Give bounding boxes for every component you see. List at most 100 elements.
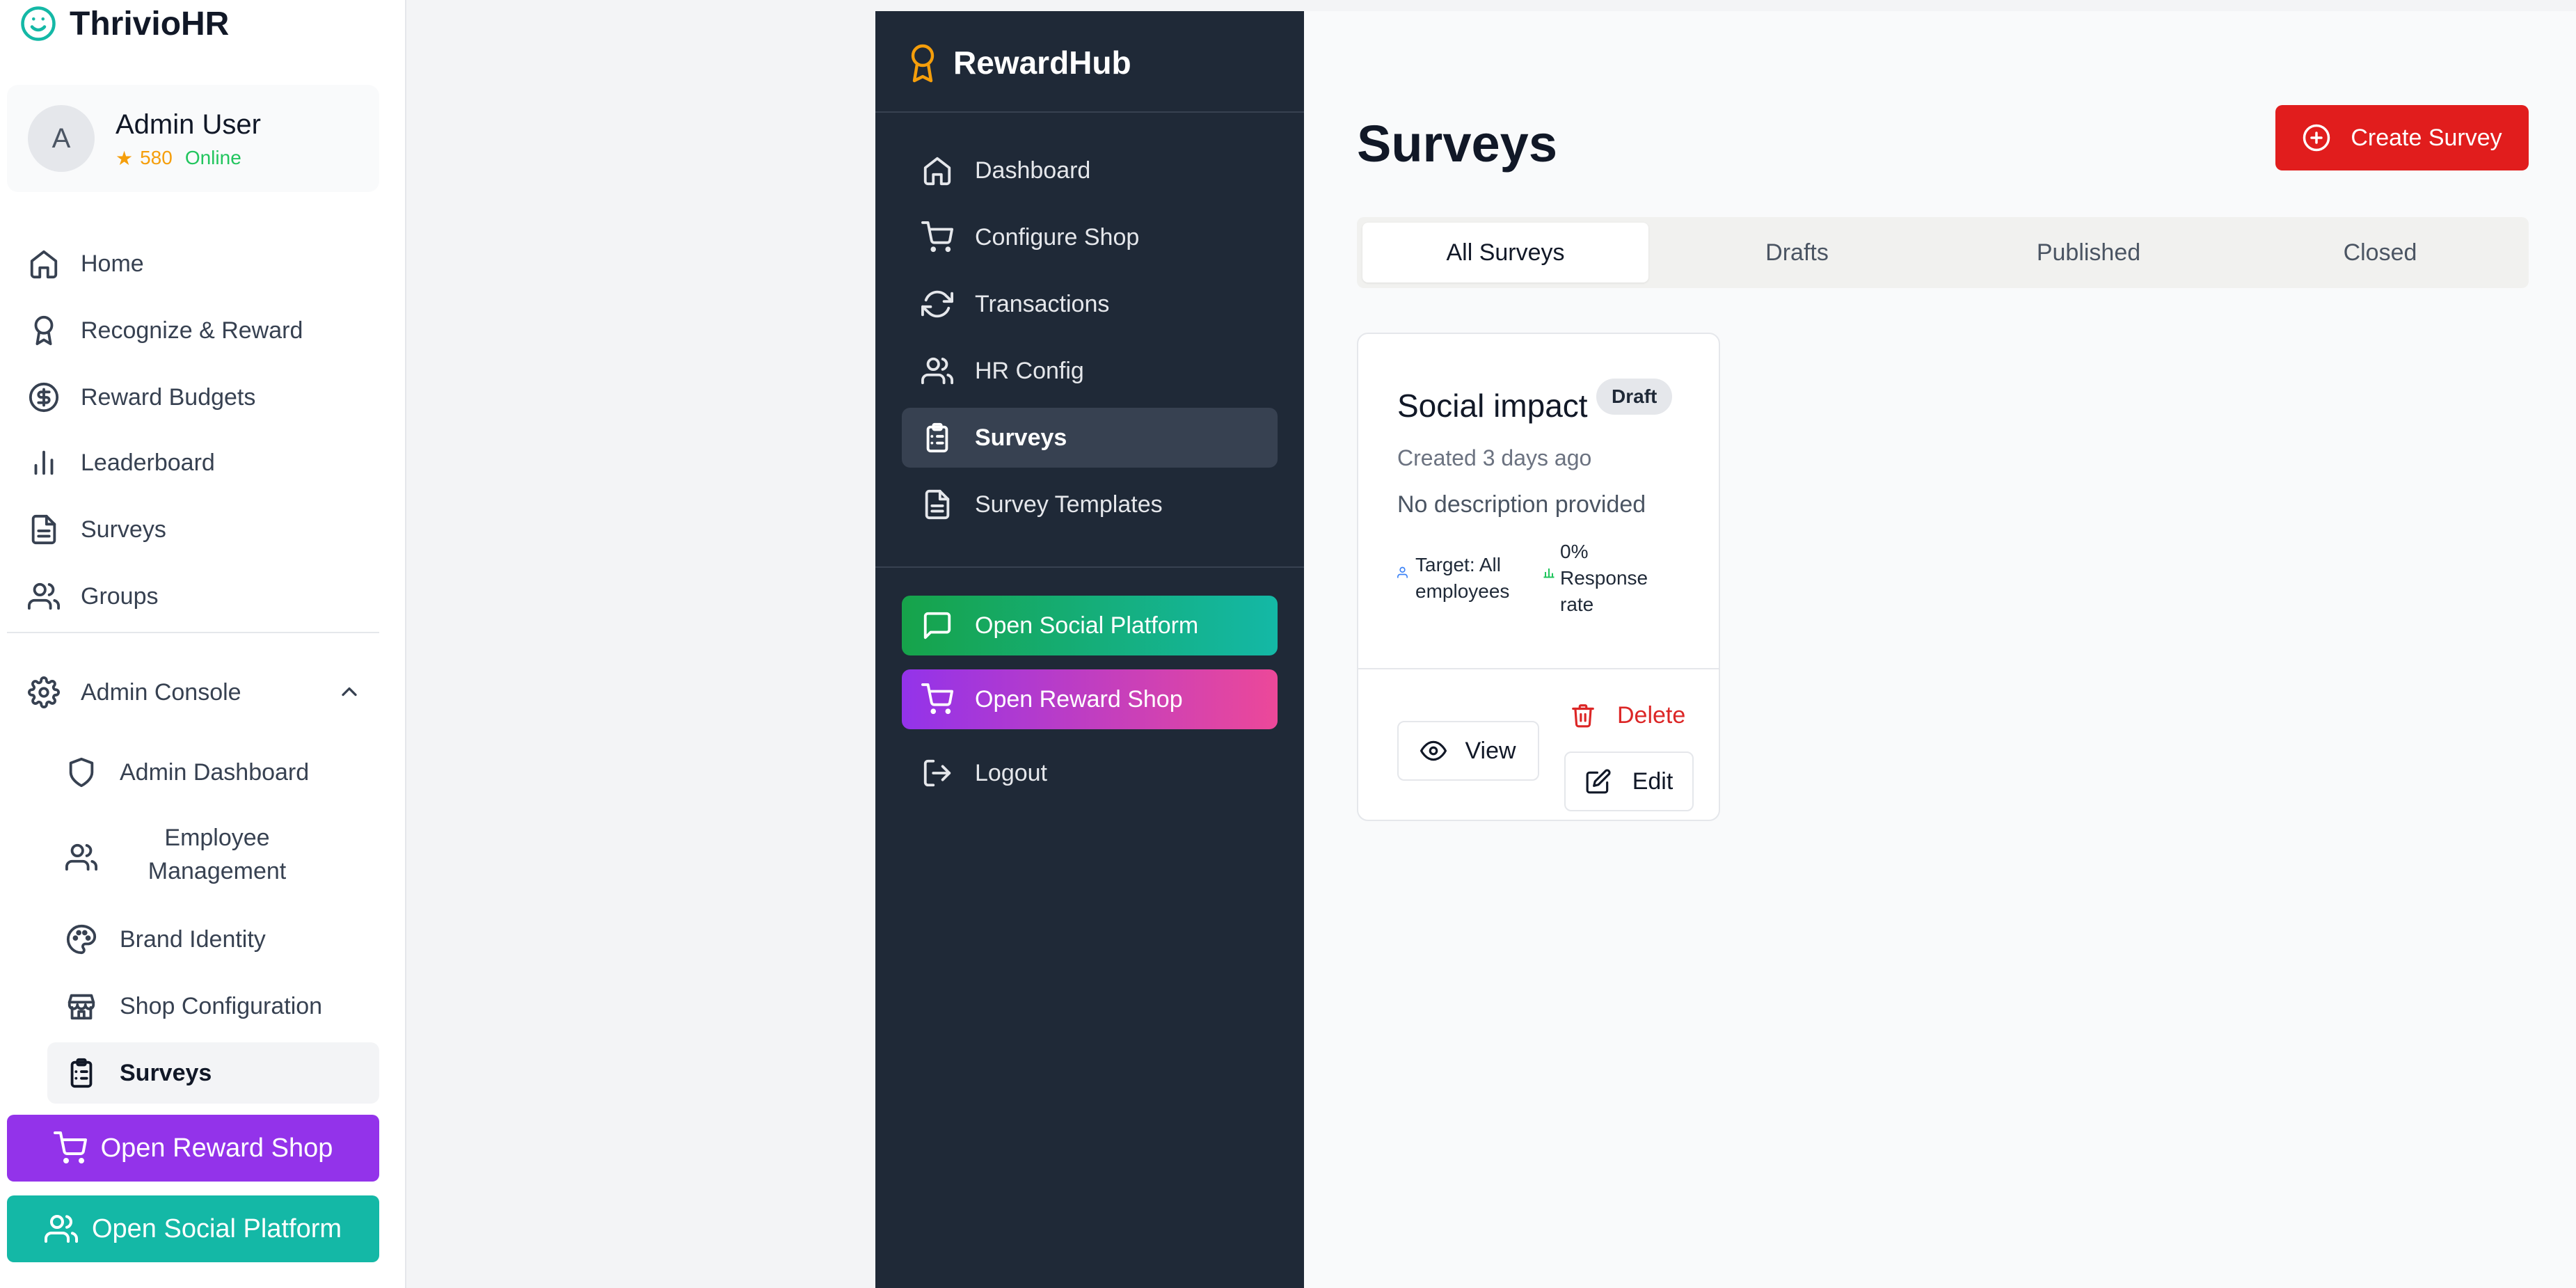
cart-icon xyxy=(921,683,953,715)
award-icon xyxy=(28,315,60,347)
points-value: 580 xyxy=(140,147,173,168)
status-badge: Draft xyxy=(1596,379,1673,415)
sidebar-item-label: Groups xyxy=(81,582,159,610)
brand-name: ThrivioHR xyxy=(70,5,230,42)
avatar: A xyxy=(28,105,95,172)
rh-nav-surveys[interactable]: Surveys xyxy=(902,408,1278,468)
smile-icon xyxy=(19,5,57,42)
sidebar-item-label: Leaderboard xyxy=(81,449,215,476)
view-label: View xyxy=(1465,737,1516,764)
users-icon xyxy=(921,355,953,387)
chevron-up-icon[interactable] xyxy=(337,679,362,704)
survey-tabs: All Surveys Drafts Published Closed xyxy=(1357,217,2529,288)
rh-nav-label: Configure Shop xyxy=(975,223,1140,251)
rewardhub-brand[interactable]: RewardHub xyxy=(906,42,1131,84)
admin-item-label: Admin Dashboard xyxy=(120,758,310,786)
create-survey-button[interactable]: Create Survey xyxy=(2275,105,2529,170)
rh-open-reward-shop-label: Open Reward Shop xyxy=(975,685,1183,713)
rh-nav-survey-templates[interactable]: Survey Templates xyxy=(902,475,1278,534)
sidebar-divider xyxy=(875,566,1304,568)
rh-nav-transactions[interactable]: Transactions xyxy=(902,274,1278,334)
tab-closed[interactable]: Closed xyxy=(2237,223,2523,283)
home-icon xyxy=(28,248,60,280)
app-brand[interactable]: ThrivioHR xyxy=(19,3,229,45)
clipboard-icon xyxy=(65,1057,97,1089)
sidebar-item-groups[interactable]: Groups xyxy=(7,565,379,628)
admin-console-toggle[interactable]: Admin Console xyxy=(7,661,379,724)
user-card[interactable]: A Admin User ★ 580 Online xyxy=(7,85,379,192)
tab-published[interactable]: Published xyxy=(1946,223,2232,283)
cart-icon xyxy=(921,221,953,253)
users-icon xyxy=(44,1212,78,1246)
rh-nav-dashboard[interactable]: Dashboard xyxy=(902,141,1278,200)
logout-icon xyxy=(921,757,953,789)
tab-all-surveys[interactable]: All Surveys xyxy=(1362,223,1648,283)
survey-target-text: Target: All employees xyxy=(1415,554,1510,602)
rh-nav-hr-config[interactable]: HR Config xyxy=(902,341,1278,401)
open-reward-shop-button[interactable]: Open Reward Shop xyxy=(7,1115,379,1182)
sidebar-item-recognize-reward[interactable]: Recognize & Reward xyxy=(7,299,379,362)
store-icon xyxy=(65,990,97,1022)
create-survey-label: Create Survey xyxy=(2351,124,2502,151)
admin-item-label: Brand Identity xyxy=(120,925,266,953)
admin-item-label: Shop Configuration xyxy=(120,992,323,1019)
rewardhub-sidebar: RewardHub Dashboard Configure Shop Trans… xyxy=(875,11,1304,1288)
trash-icon xyxy=(1570,702,1596,729)
rh-nav-configure-shop[interactable]: Configure Shop xyxy=(902,207,1278,267)
message-square-icon xyxy=(921,610,953,642)
home-icon xyxy=(921,154,953,186)
delete-button[interactable]: Delete xyxy=(1570,696,1685,735)
page-title: Surveys xyxy=(1357,115,1557,173)
survey-title: Social impact xyxy=(1397,388,1588,424)
tab-drafts[interactable]: Drafts xyxy=(1654,223,1940,283)
sidebar-item-surveys[interactable]: Surveys xyxy=(7,498,379,561)
rh-open-social-platform-button[interactable]: Open Social Platform xyxy=(902,596,1278,655)
rh-nav-label: Survey Templates xyxy=(975,491,1163,518)
rh-nav-label: Surveys xyxy=(975,424,1067,451)
sidebar-item-reward-budgets[interactable]: Reward Budgets xyxy=(7,366,379,429)
cart-icon xyxy=(53,1131,87,1165)
bar-chart-icon xyxy=(1542,565,1556,618)
admin-item-admin-dashboard[interactable]: Admin Dashboard xyxy=(47,742,379,803)
points-badge: ★ 580 xyxy=(116,147,173,170)
palette-icon xyxy=(65,923,97,955)
sidebar-item-label: Home xyxy=(81,250,144,277)
view-button[interactable]: View xyxy=(1397,721,1539,781)
rh-open-reward-shop-button[interactable]: Open Reward Shop xyxy=(902,669,1278,729)
users-icon xyxy=(65,841,97,873)
survey-target: Target: All employees xyxy=(1397,552,1527,605)
survey-response-rate: 0% Response rate xyxy=(1542,539,1657,618)
plus-circle-icon xyxy=(2302,123,2331,152)
bar-chart-icon xyxy=(28,447,60,479)
open-social-platform-button[interactable]: Open Social Platform xyxy=(7,1195,379,1262)
sidebar-item-leaderboard[interactable]: Leaderboard xyxy=(7,431,379,494)
admin-item-label: Employee Management xyxy=(148,825,287,884)
edit-label: Edit xyxy=(1632,768,1673,795)
sidebar-item-home[interactable]: Home xyxy=(7,232,379,295)
file-text-icon xyxy=(921,488,953,520)
users-icon xyxy=(28,580,60,612)
admin-item-employee-management[interactable]: Employee Management xyxy=(47,824,379,891)
sidebar-divider xyxy=(875,111,1304,113)
edit-button[interactable]: Edit xyxy=(1564,752,1694,811)
eye-icon xyxy=(1420,738,1447,764)
admin-console-label: Admin Console xyxy=(81,678,241,706)
admin-item-surveys[interactable]: Surveys xyxy=(47,1042,379,1104)
open-reward-shop-label: Open Reward Shop xyxy=(100,1133,333,1163)
admin-item-shop-configuration[interactable]: Shop Configuration xyxy=(47,976,379,1037)
dollar-circle-icon xyxy=(28,381,60,413)
survey-created-date: Created 3 days ago xyxy=(1397,445,1592,470)
open-social-platform-label: Open Social Platform xyxy=(91,1214,342,1243)
main-content: Surveys Create Survey All Surveys Drafts… xyxy=(1304,11,2576,1288)
rh-logout-button[interactable]: Logout xyxy=(902,743,1278,803)
admin-item-label: Surveys xyxy=(120,1059,212,1086)
award-icon xyxy=(906,42,939,84)
sidebar-item-label: Recognize & Reward xyxy=(81,317,303,344)
admin-item-brand-identity[interactable]: Brand Identity xyxy=(47,909,379,970)
rh-nav-label: Transactions xyxy=(975,290,1110,317)
rh-nav-label: HR Config xyxy=(975,357,1084,384)
online-status: Online xyxy=(184,147,241,168)
sidebar-divider xyxy=(7,632,379,633)
star-icon: ★ xyxy=(116,147,134,169)
survey-description: No description provided xyxy=(1397,491,1646,518)
